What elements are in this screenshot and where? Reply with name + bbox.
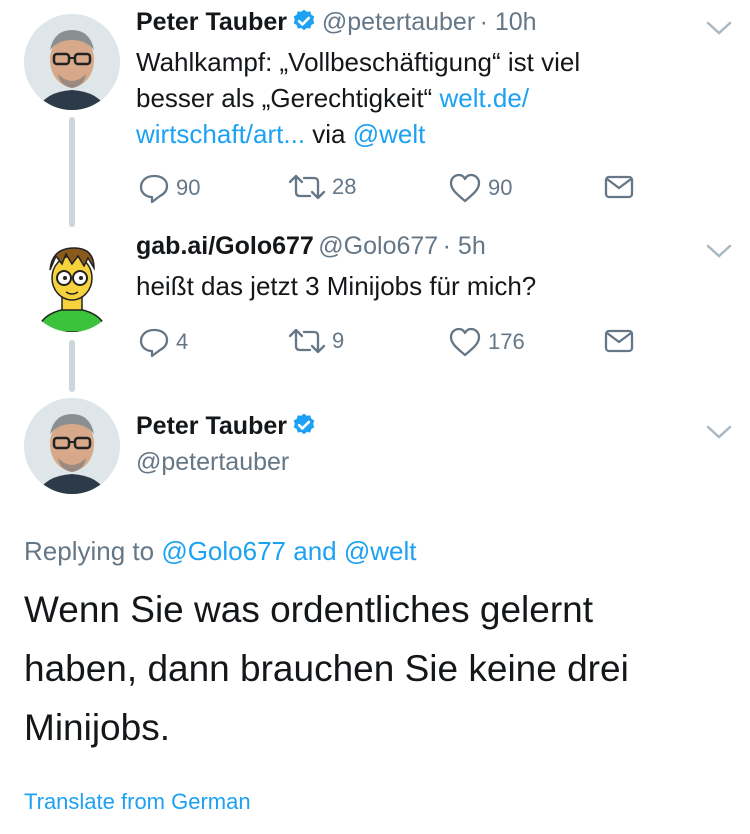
retweet-icon bbox=[288, 328, 326, 354]
retweet-icon bbox=[288, 174, 326, 200]
like-icon bbox=[449, 173, 481, 203]
author-name[interactable]: Peter Tauber bbox=[136, 8, 287, 36]
reply-button[interactable]: 4 bbox=[138, 326, 188, 358]
reply-icon bbox=[139, 328, 169, 358]
like-button[interactable]: 90 bbox=[448, 172, 512, 204]
mention-link[interactable]: @Golo677 bbox=[161, 536, 286, 566]
article-link[interactable]: wirtschaft/art... bbox=[136, 119, 305, 149]
replying-label: Replying to bbox=[24, 536, 162, 566]
chevron-down-icon[interactable] bbox=[706, 20, 732, 36]
timestamp[interactable]: · 10h bbox=[480, 8, 537, 36]
tweet-text-line: wirtschaft/art... via @welt bbox=[136, 116, 736, 152]
tweet-2-header: gab.ai/Golo677 @Golo677 · 5h bbox=[136, 232, 486, 261]
verified-icon bbox=[291, 8, 317, 39]
timestamp[interactable]: · 5h bbox=[443, 232, 486, 260]
reply-button[interactable]: 90 bbox=[138, 172, 200, 204]
tweet-text-line: Wahlkampf: „Vollbeschäftigung“ ist viel bbox=[136, 47, 581, 77]
thread-line bbox=[69, 340, 75, 392]
reply-count: 90 bbox=[176, 175, 201, 200]
like-icon bbox=[449, 327, 481, 357]
author-name[interactable]: Peter Tauber bbox=[136, 412, 287, 440]
author-handle[interactable]: @Golo677 bbox=[318, 232, 438, 260]
tweet-text-line: haben, dann brauchen Sie keine drei bbox=[24, 648, 629, 689]
avatar-petertauber[interactable] bbox=[24, 398, 120, 494]
chevron-down-icon[interactable] bbox=[706, 243, 732, 259]
author-name[interactable]: gab.ai/Golo677 bbox=[136, 232, 314, 260]
retweet-count: 9 bbox=[332, 328, 345, 353]
dm-button[interactable] bbox=[604, 328, 640, 354]
verified-icon bbox=[291, 412, 317, 443]
like-count: 90 bbox=[488, 175, 513, 200]
translate-link[interactable]: Translate from German bbox=[24, 789, 251, 815]
mention-link[interactable]: @welt bbox=[344, 536, 417, 566]
tweet-text-line: Wenn Sie was ordentliches gelernt bbox=[24, 589, 594, 630]
retweet-button[interactable]: 9 bbox=[288, 326, 344, 356]
tweet-text-line: besser als „Gerechtigkeit“ welt.de/ bbox=[136, 80, 736, 116]
tweet-1-header: Peter Tauber @petertauber · 10h bbox=[136, 8, 537, 39]
chevron-down-icon[interactable] bbox=[706, 424, 732, 440]
article-link[interactable]: welt.de/ bbox=[439, 83, 529, 113]
retweet-button[interactable]: 28 bbox=[288, 172, 356, 202]
tweet-2-text: heißt das jetzt 3 Minijobs für mich? bbox=[136, 271, 537, 301]
reply-icon bbox=[139, 174, 169, 204]
main-tweet-text: Wenn Sie was ordentliches gelernt haben,… bbox=[24, 580, 734, 757]
author-handle[interactable]: @petertauber bbox=[322, 8, 475, 36]
retweet-count: 28 bbox=[332, 174, 357, 199]
tweet-text-segment: via bbox=[305, 119, 353, 149]
author-handle[interactable]: @petertauber bbox=[136, 448, 289, 477]
main-tweet-name-row: Peter Tauber bbox=[136, 412, 317, 443]
like-button[interactable]: 176 bbox=[448, 326, 525, 358]
dm-icon bbox=[604, 329, 634, 353]
dm-icon bbox=[604, 175, 634, 199]
mention-link[interactable]: @welt bbox=[353, 119, 426, 149]
thread-line bbox=[69, 117, 75, 227]
avatar-golo677[interactable] bbox=[24, 236, 120, 332]
like-count: 176 bbox=[488, 329, 525, 354]
replying-to: Replying to @Golo677 and @welt bbox=[24, 536, 416, 567]
replying-and[interactable]: and bbox=[286, 536, 344, 566]
tweet-text-line: Minijobs. bbox=[24, 707, 170, 748]
dm-button[interactable] bbox=[604, 174, 640, 200]
avatar-petertauber[interactable] bbox=[24, 14, 120, 110]
tweet-1-text: Wahlkampf: „Vollbeschäftigung“ ist viel … bbox=[136, 44, 736, 152]
tweet-text-segment: besser als „Gerechtigkeit“ bbox=[136, 83, 440, 113]
reply-count: 4 bbox=[176, 329, 189, 354]
